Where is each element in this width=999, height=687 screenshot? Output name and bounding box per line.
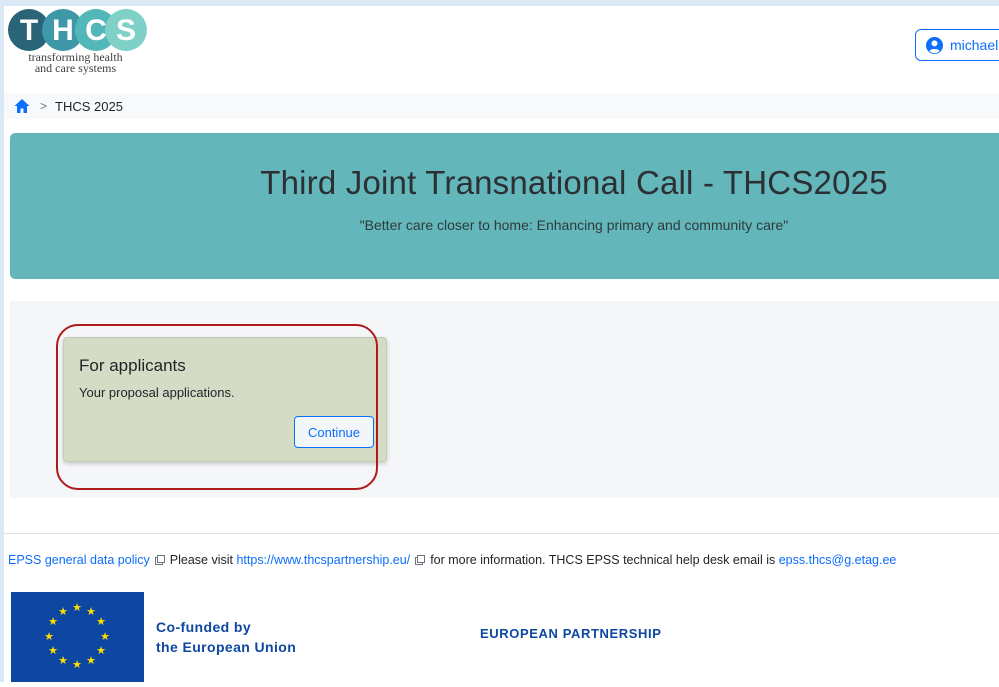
call-banner: Third Joint Transnational Call - THCS202… [10, 133, 999, 279]
page-subtitle: "Better care closer to home: Enhancing p… [359, 217, 789, 233]
eu-flag: ★ ★ ★ ★ ★ ★ ★ ★ ★ ★ ★ ★ [11, 592, 144, 682]
cofunded-label: Co-funded by the European Union [156, 617, 296, 657]
user-name-label: michael [950, 37, 999, 53]
home-icon[interactable] [14, 98, 30, 114]
svg-text:★: ★ [72, 601, 82, 614]
applicants-card: For applicants Your proposal application… [63, 337, 387, 462]
footer-info: EPSS general data policy Please visit htt… [8, 553, 896, 567]
user-circle-icon [926, 36, 943, 54]
website-link[interactable]: https://www.thcspartnership.eu/ [236, 553, 410, 567]
footer-divider [4, 533, 999, 534]
svg-text:★: ★ [96, 644, 106, 657]
svg-text:★: ★ [100, 630, 110, 643]
svg-text:C: C [85, 14, 107, 47]
cofunded-line2: the European Union [156, 639, 297, 655]
logo-subtitle-line2: and care systems [34, 61, 117, 75]
helpdesk-email-link[interactable]: epss.thcs@g.etag.ee [779, 553, 897, 567]
european-partnership-label: EUROPEAN PARTNERSHIP [480, 626, 662, 641]
svg-text:★: ★ [72, 658, 82, 671]
svg-text:★: ★ [48, 615, 58, 628]
visit-text: Please visit [169, 553, 233, 567]
breadcrumb: > THCS 2025 [4, 93, 999, 119]
svg-text:★: ★ [86, 605, 96, 618]
breadcrumb-separator: > [40, 99, 48, 113]
breadcrumb-current: THCS 2025 [55, 98, 123, 114]
svg-text:★: ★ [86, 654, 96, 667]
external-link-icon [415, 555, 426, 565]
svg-text:★: ★ [58, 605, 68, 618]
svg-text:★: ★ [58, 654, 68, 667]
continue-button[interactable]: Continue [294, 416, 374, 448]
svg-text:S: S [116, 14, 136, 47]
eu-stars-icon: ★ ★ ★ ★ ★ ★ ★ ★ ★ ★ ★ ★ [44, 601, 110, 671]
svg-text:★: ★ [44, 630, 54, 643]
logo-subtitle: transforming health and care systems [8, 51, 143, 75]
external-link-icon [154, 555, 165, 565]
page-title: Third Joint Transnational Call - THCS202… [260, 164, 888, 201]
svg-text:H: H [52, 14, 74, 47]
cofunded-line1: Co-funded by [156, 619, 252, 635]
window-top-border [0, 0, 999, 6]
thcs-logo[interactable]: T H C S transforming health and care sys… [8, 9, 148, 79]
svg-text:★: ★ [48, 644, 58, 657]
card-text: Your proposal applications. [79, 385, 235, 400]
svg-text:★: ★ [96, 615, 106, 628]
info-text: for more information. THCS EPSS technica… [430, 553, 776, 567]
data-policy-link[interactable]: EPSS general data policy [8, 553, 150, 567]
card-title: For applicants [79, 356, 186, 375]
logo-circles-icon: T H C S [8, 9, 147, 51]
user-account-button[interactable]: michael [915, 29, 999, 61]
svg-text:T: T [20, 14, 38, 47]
